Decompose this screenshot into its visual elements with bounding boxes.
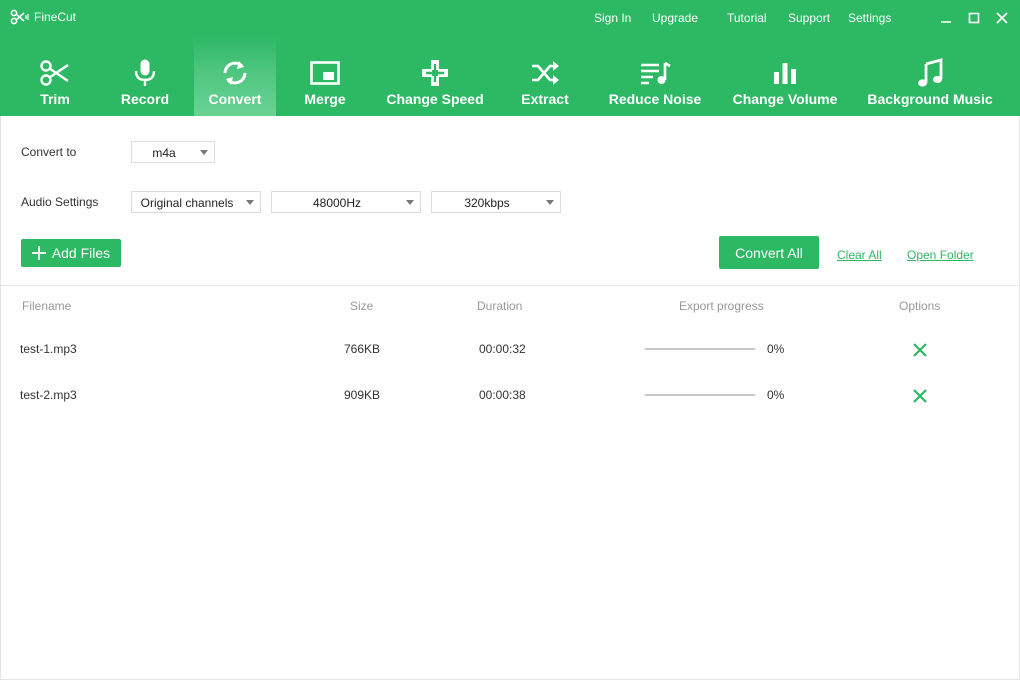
sample-rate-select[interactable]: 48000Hz [271, 191, 421, 213]
tool-convert[interactable]: Convert [194, 36, 276, 116]
tool-background-music-label: Background Music [867, 91, 993, 107]
tool-reduce-noise[interactable]: Reduce Noise [604, 36, 706, 116]
row-progress-text: 0% [767, 342, 785, 356]
tutorial-link[interactable]: Tutorial [727, 11, 767, 25]
format-select-value: m4a [152, 146, 176, 160]
close-button[interactable] [992, 8, 1012, 28]
open-folder-link[interactable]: Open Folder [907, 248, 974, 262]
tool-record-label: Record [120, 91, 170, 107]
minimize-icon [941, 21, 951, 23]
convert-to-label: Convert to [21, 145, 77, 159]
scissors-icon [39, 58, 71, 88]
format-select[interactable]: m4a [131, 141, 215, 163]
tool-trim-label: Trim [40, 91, 70, 107]
header-options: Options [899, 299, 941, 313]
tool-trim[interactable]: Trim [22, 36, 88, 116]
convert-all-button[interactable]: Convert All [719, 236, 819, 269]
volume-bars-icon [769, 58, 801, 88]
row-filename: test-1.mp3 [20, 342, 77, 356]
add-files-button[interactable]: Add Files [21, 239, 121, 267]
chevron-down-icon [200, 150, 208, 155]
app-title: FineCut [34, 10, 77, 24]
tool-change-speed-label: Change Speed [386, 91, 484, 107]
convert-all-label: Convert All [735, 244, 803, 261]
divider [0, 285, 1020, 286]
channels-select[interactable]: Original channels [131, 191, 261, 213]
close-icon [913, 389, 927, 403]
row-progress-text: 0% [767, 388, 785, 402]
remove-row-button[interactable] [911, 387, 929, 405]
settings-link[interactable]: Settings [848, 11, 891, 25]
row-duration: 00:00:32 [479, 342, 526, 356]
finecut-logo-icon [10, 9, 29, 25]
channels-select-value: Original channels [140, 196, 234, 210]
progress-bar [645, 394, 755, 396]
tool-convert-label: Convert [208, 91, 262, 107]
header-size: Size [350, 299, 374, 313]
progress-bar [645, 348, 755, 350]
microphone-icon [129, 58, 161, 88]
sign-in-link[interactable]: Sign In [594, 11, 631, 25]
window-border [0, 116, 1, 680]
app-header: FineCut Sign In Upgrade Tutorial Support… [0, 0, 1020, 116]
chevron-down-icon [406, 200, 414, 205]
minimize-button[interactable] [936, 8, 956, 28]
shuffle-icon [529, 58, 561, 88]
maximize-button[interactable] [964, 8, 984, 28]
tool-reduce-noise-label: Reduce Noise [608, 91, 702, 107]
maximize-icon [968, 12, 980, 24]
plus-icon [31, 246, 46, 260]
header-filename: Filename [22, 299, 72, 313]
sample-rate-select-value: 48000Hz [312, 196, 362, 210]
remove-row-button[interactable] [911, 341, 929, 359]
chevron-down-icon [546, 200, 554, 205]
convert-icon [219, 58, 251, 88]
header-duration: Duration [477, 299, 523, 313]
clear-all-link[interactable]: Clear All [837, 248, 882, 262]
merge-icon [309, 58, 341, 88]
row-duration: 00:00:38 [479, 388, 526, 402]
music-note-icon [914, 58, 946, 88]
tool-extract[interactable]: Extract [512, 36, 578, 116]
tool-change-volume-label: Change Volume [732, 91, 838, 107]
tool-change-volume[interactable]: Change Volume [728, 36, 842, 116]
close-icon [913, 343, 927, 357]
audio-settings-label: Audio Settings [21, 195, 99, 209]
support-link[interactable]: Support [788, 11, 830, 25]
app-logo: FineCut [10, 9, 76, 25]
close-icon [996, 12, 1008, 24]
tool-merge-label: Merge [304, 91, 346, 107]
row-size: 766KB [344, 342, 381, 356]
gamepad-icon [419, 58, 451, 88]
upgrade-link[interactable]: Upgrade [652, 11, 698, 25]
tool-extract-label: Extract [521, 91, 569, 107]
header-export-progress: Export progress [679, 299, 764, 313]
bitrate-select-value: 320kbps [464, 196, 510, 210]
add-files-label: Add Files [51, 245, 111, 261]
tool-background-music[interactable]: Background Music [864, 36, 996, 116]
tool-merge[interactable]: Merge [290, 36, 360, 116]
tool-change-speed[interactable]: Change Speed [382, 36, 488, 116]
tool-record[interactable]: Record [112, 36, 178, 116]
bitrate-select[interactable]: 320kbps [431, 191, 561, 213]
row-size: 909KB [344, 388, 381, 402]
chevron-down-icon [246, 200, 254, 205]
noise-icon [639, 58, 671, 88]
row-filename: test-2.mp3 [20, 388, 77, 402]
